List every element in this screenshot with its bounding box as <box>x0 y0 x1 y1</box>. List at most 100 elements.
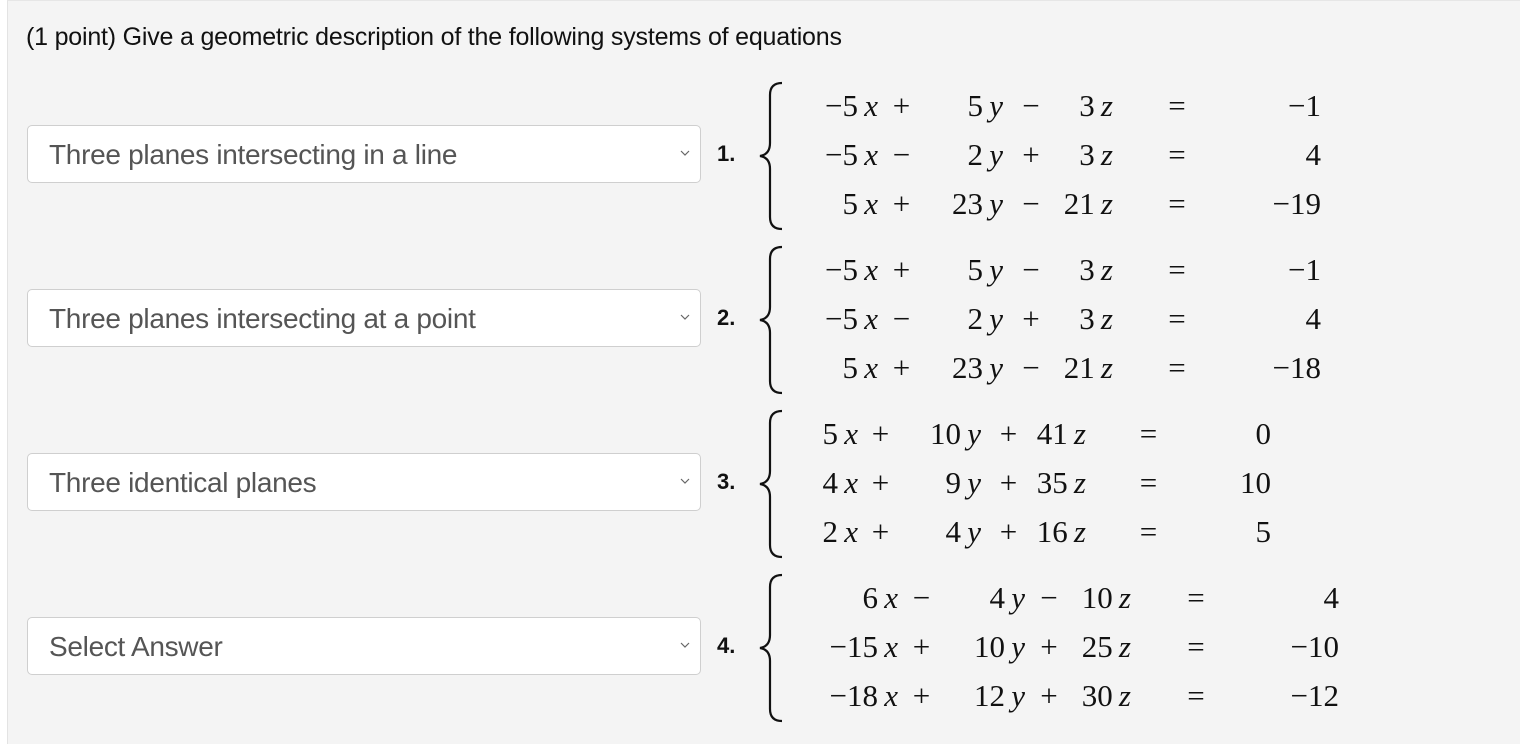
operator: + <box>898 622 945 671</box>
right-hand-side: −1 <box>1241 81 1321 130</box>
chevron-down-icon <box>680 150 690 156</box>
y-term-value: 5 <box>967 88 984 123</box>
equation-row: −5 x +5 y −3 z = −1 <box>818 81 1321 130</box>
operator-value: − <box>1022 252 1040 287</box>
right-hand-side: 4 <box>1241 130 1322 179</box>
right-hand-side-value: 4 <box>1305 137 1322 172</box>
equals-sign-value: = <box>1168 350 1186 385</box>
z-term: 41 z <box>1036 409 1086 458</box>
equals-sign: = <box>1086 409 1211 458</box>
x-term: −18 x <box>818 671 898 720</box>
z-term-value: 41 <box>1036 416 1068 451</box>
y-term: 9 y <box>903 458 981 507</box>
system-item-2: Three planes intersecting at a point 2. −5… <box>8 237 1508 401</box>
right-hand-side-value: −18 <box>1272 350 1321 385</box>
x-term-value: −5 <box>825 252 859 287</box>
chevron-down-icon <box>680 642 690 648</box>
answer-select-1[interactable]: Three planes intersecting in a line <box>27 125 701 183</box>
operator-value: + <box>871 514 890 549</box>
answer-select-3[interactable]: Three identical planes <box>27 453 701 511</box>
operator-value: − <box>1022 350 1040 385</box>
equation-row: 5 x +23 y −21 z = −18 <box>818 343 1321 392</box>
y-term-value: 2 <box>967 137 984 172</box>
equation-row: 5 x +23 y −21 z = −19 <box>818 179 1321 228</box>
variable-y: y <box>989 137 1003 172</box>
right-hand-side: 5 <box>1211 507 1272 556</box>
equals-sign: = <box>1131 671 1261 720</box>
operator-value: + <box>999 465 1018 500</box>
operator-value: − <box>892 137 911 172</box>
y-term: 10 y <box>945 622 1025 671</box>
variable-x: x <box>844 514 858 549</box>
equals-sign: = <box>1113 245 1241 294</box>
system-number: 3. <box>717 469 736 494</box>
equals-sign: = <box>1113 81 1241 130</box>
equals-sign: = <box>1113 294 1241 343</box>
z-term: 3 z <box>1059 245 1113 294</box>
z-term-value: 3 <box>1079 137 1095 172</box>
y-term-value: 5 <box>967 252 984 287</box>
variable-y: y <box>1011 678 1025 713</box>
selected-option: Three planes intersecting in a line <box>49 139 458 170</box>
right-hand-side: −10 <box>1261 622 1339 671</box>
variable-x: x <box>864 301 878 336</box>
system-number: 1. <box>717 141 736 166</box>
operator: − <box>878 130 925 179</box>
x-term-value: 5 <box>822 416 839 451</box>
variable-y: y <box>967 416 981 451</box>
y-term-value: 2 <box>967 301 984 336</box>
x-term-value: 5 <box>842 350 859 385</box>
answer-select-4[interactable]: Select Answer <box>27 617 701 675</box>
left-brace-icon <box>759 409 783 559</box>
variable-y: y <box>1011 580 1025 615</box>
operator: + <box>981 507 1036 556</box>
variable-x: x <box>864 88 878 123</box>
y-term-value: 9 <box>945 465 962 500</box>
equation-row: −5 x −2 y +3 z = 4 <box>818 130 1321 179</box>
right-hand-side-value: −19 <box>1272 186 1321 221</box>
left-brace-icon <box>759 245 783 395</box>
right-hand-side-value: 4 <box>1305 301 1322 336</box>
variable-y: y <box>989 88 1003 123</box>
equals-sign-value: = <box>1168 88 1186 123</box>
variable-z: z <box>1100 350 1113 385</box>
z-term-value: 35 <box>1036 465 1068 500</box>
operator: − <box>1025 573 1073 622</box>
operator: − <box>878 294 925 343</box>
equals-sign: = <box>1113 343 1241 392</box>
variable-z: z <box>1100 301 1113 336</box>
y-term: 4 y <box>945 573 1025 622</box>
answer-select-2[interactable]: Three planes intersecting at a point <box>27 289 701 347</box>
right-hand-side-value: −10 <box>1290 629 1339 664</box>
right-hand-side: −18 <box>1241 343 1321 392</box>
operator: + <box>858 458 903 507</box>
equals-sign: = <box>1131 622 1261 671</box>
equation-row: −18 x +12 y +30 z = −12 <box>818 671 1339 720</box>
variable-y: y <box>1011 629 1025 664</box>
z-term-value: 3 <box>1079 88 1095 123</box>
operator-value: + <box>912 678 931 713</box>
operator: − <box>1003 343 1059 392</box>
operator: − <box>1003 245 1059 294</box>
y-term-value: 4 <box>945 514 962 549</box>
system-number: 4. <box>717 633 736 658</box>
right-hand-side-value: 5 <box>1255 514 1272 549</box>
z-term: 3 z <box>1059 294 1113 343</box>
left-brace-icon <box>759 573 783 723</box>
equals-sign: = <box>1086 458 1211 507</box>
x-term: 5 x <box>818 179 878 228</box>
y-term: 2 y <box>925 130 1003 179</box>
right-hand-side: 4 <box>1261 573 1340 622</box>
left-brace-icon <box>759 81 783 231</box>
system-item-1: Three planes intersecting in a line 1. −5 … <box>8 73 1508 237</box>
x-term-value: 5 <box>842 186 859 221</box>
chevron-down-icon <box>680 314 690 320</box>
variable-z: z <box>1100 88 1113 123</box>
x-term: −5 x <box>818 245 878 294</box>
variable-x: x <box>884 629 898 664</box>
operator-value: − <box>1022 186 1040 221</box>
operator-value: + <box>892 252 911 287</box>
equation-row: −5 x +5 y −3 z = −1 <box>818 245 1321 294</box>
z-term-value: 16 <box>1036 514 1068 549</box>
equals-sign: = <box>1131 573 1261 622</box>
